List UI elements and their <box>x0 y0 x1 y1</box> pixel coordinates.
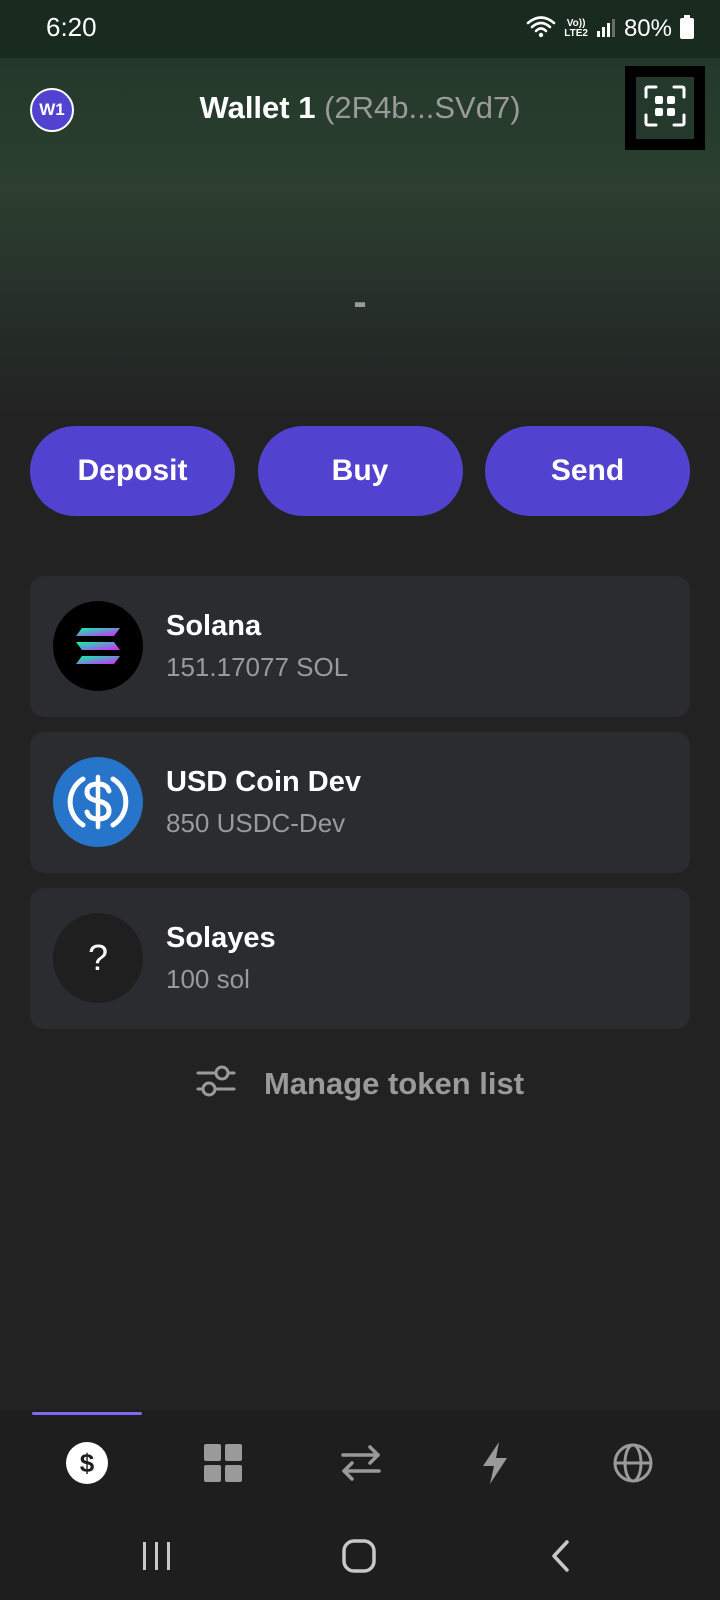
manage-token-list-button[interactable]: Manage token list <box>0 1064 720 1103</box>
network-type: Vo)) LTE2 <box>564 18 588 39</box>
grid-icon <box>203 1443 243 1488</box>
status-icons: Vo)) LTE2 80% <box>526 12 694 46</box>
token-row-solana[interactable]: Solana 151.17077 SOL <box>30 576 690 717</box>
home-icon <box>341 1538 377 1579</box>
system-nav-bar <box>0 1520 720 1600</box>
unknown-token-icon: ? <box>53 913 143 1003</box>
battery-percent: 80% <box>623 15 672 42</box>
back-icon <box>549 1538 573 1579</box>
signal-icon <box>596 16 616 43</box>
wifi-icon <box>526 14 556 45</box>
usdc-logo-icon <box>53 757 143 847</box>
battery-icon <box>680 14 694 44</box>
wallet-address: (2R4b...SVd7) <box>324 90 521 125</box>
scan-qr-button[interactable] <box>625 66 705 150</box>
action-buttons: Deposit Buy Send <box>30 426 690 516</box>
token-row-solayes[interactable]: ? Solayes 100 sol <box>30 888 690 1029</box>
token-amount: 151.17077 SOL <box>166 652 349 682</box>
home-button[interactable] <box>314 1530 404 1586</box>
wallet-screen: 6:20 Vo)) LTE2 80% W1 Wallet 1 (2R4b...S… <box>0 0 720 1600</box>
tab-collectibles[interactable] <box>178 1430 268 1500</box>
token-name: USD Coin Dev <box>166 766 361 798</box>
tab-tokens[interactable]: $ <box>42 1430 132 1500</box>
token-row-usdc[interactable]: USD Coin Dev 850 USDC-Dev <box>30 732 690 873</box>
qr-scan-icon <box>643 84 687 133</box>
tab-swap[interactable] <box>316 1430 406 1500</box>
svg-text:$: $ <box>80 1448 95 1478</box>
recent-apps-icon <box>140 1540 174 1577</box>
active-tab-indicator <box>32 1412 142 1415</box>
token-name: Solayes <box>166 922 276 954</box>
token-amount: 850 USDC-Dev <box>166 808 346 838</box>
dollar-icon: $ <box>65 1441 109 1490</box>
tab-browser[interactable] <box>588 1430 678 1500</box>
token-name: Solana <box>166 610 262 642</box>
wallet-title[interactable]: Wallet 1 (2R4b...SVd7) <box>0 88 720 128</box>
token-list: Solana 151.17077 SOL USD Coin Dev 850 US… <box>30 576 690 1044</box>
wallet-header: W1 Wallet 1 (2R4b...SVd7) <box>0 58 720 158</box>
bottom-tab-bar: $ <box>0 1410 720 1520</box>
send-button[interactable]: Send <box>485 426 690 516</box>
solana-logo-icon <box>53 601 143 691</box>
wallet-name: Wallet 1 <box>199 90 316 125</box>
deposit-button[interactable]: Deposit <box>30 426 235 516</box>
token-amount: 100 sol <box>166 964 250 994</box>
total-balance: - <box>353 280 367 324</box>
sliders-icon <box>196 1064 236 1103</box>
manage-token-list-label: Manage token list <box>263 1065 525 1101</box>
back-button[interactable] <box>516 1530 606 1586</box>
recent-apps-button[interactable] <box>112 1530 202 1586</box>
buy-button[interactable]: Buy <box>257 426 463 516</box>
globe-icon <box>612 1442 654 1489</box>
status-bar: 6:20 Vo)) LTE2 80% <box>0 0 720 58</box>
lightning-icon <box>479 1441 511 1490</box>
tab-activity[interactable] <box>450 1430 540 1500</box>
status-time: 6:20 <box>46 12 97 42</box>
swap-arrows-icon <box>340 1443 382 1488</box>
